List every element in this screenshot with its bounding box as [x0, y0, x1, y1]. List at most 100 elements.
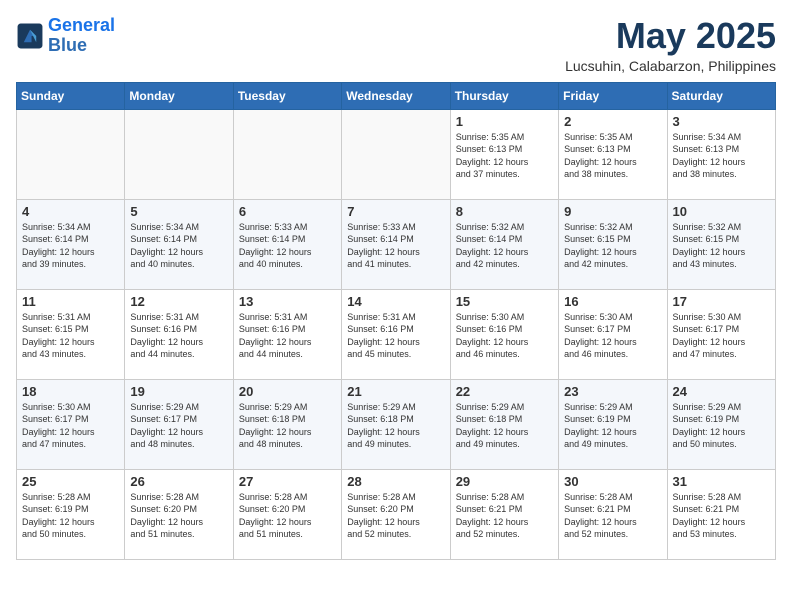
day-number: 24: [673, 384, 770, 399]
day-info: Sunrise: 5:31 AM Sunset: 6:15 PM Dayligh…: [22, 311, 119, 361]
logo-text: General Blue: [48, 16, 115, 56]
day-info: Sunrise: 5:31 AM Sunset: 6:16 PM Dayligh…: [239, 311, 336, 361]
day-info: Sunrise: 5:30 AM Sunset: 6:17 PM Dayligh…: [673, 311, 770, 361]
day-number: 21: [347, 384, 444, 399]
day-number: 18: [22, 384, 119, 399]
day-number: 2: [564, 114, 661, 129]
day-info: Sunrise: 5:35 AM Sunset: 6:13 PM Dayligh…: [456, 131, 553, 181]
calendar-cell: [342, 109, 450, 199]
day-info: Sunrise: 5:28 AM Sunset: 6:21 PM Dayligh…: [456, 491, 553, 541]
day-info: Sunrise: 5:34 AM Sunset: 6:14 PM Dayligh…: [22, 221, 119, 271]
calendar-week-row: 4 Sunrise: 5:34 AM Sunset: 6:14 PM Daylig…: [17, 199, 776, 289]
day-info: Sunrise: 5:29 AM Sunset: 6:18 PM Dayligh…: [239, 401, 336, 451]
calendar-cell: 12Sunrise: 5:31 AM Sunset: 6:16 PM Dayli…: [125, 289, 233, 379]
day-info: Sunrise: 5:32 AM Sunset: 6:15 PM Dayligh…: [673, 221, 770, 271]
calendar-cell: 22 Sunrise: 5:29 AM Sunset: 6:18 PM Dayli…: [450, 379, 558, 469]
calendar-cell: 27 Sunrise: 5:28 AM Sunset: 6:20 PM Dayli…: [233, 469, 341, 559]
logo: General Blue: [16, 16, 115, 56]
calendar-header-row: SundayMondayTuesdayWednesdayThursdayFrid…: [17, 82, 776, 109]
month-title: May 2025: [565, 16, 776, 56]
calendar-cell: 30 Sunrise: 5:28 AM Sunset: 6:21 PM Dayli…: [559, 469, 667, 559]
day-info: Sunrise: 5:29 AM Sunset: 6:17 PM Dayligh…: [130, 401, 227, 451]
calendar-cell: 23 Sunrise: 5:29 AM Sunset: 6:19 PM Dayli…: [559, 379, 667, 469]
day-info: Sunrise: 5:28 AM Sunset: 6:20 PM Dayligh…: [347, 491, 444, 541]
day-number: 8: [456, 204, 553, 219]
day-info: Sunrise: 5:29 AM Sunset: 6:19 PM Dayligh…: [564, 401, 661, 451]
day-number: 16: [564, 294, 661, 309]
location-subtitle: Lucsuhin, Calabarzon, Philippines: [565, 58, 776, 74]
day-number: 23: [564, 384, 661, 399]
calendar-cell: 29 Sunrise: 5:28 AM Sunset: 6:21 PM Dayli…: [450, 469, 558, 559]
calendar-cell: 16 Sunrise: 5:30 AM Sunset: 6:17 PM Dayli…: [559, 289, 667, 379]
day-info: Sunrise: 5:28 AM Sunset: 6:21 PM Dayligh…: [673, 491, 770, 541]
calendar-cell: 15Sunrise: 5:30 AM Sunset: 6:16 PM Dayli…: [450, 289, 558, 379]
calendar-cell: 11 Sunrise: 5:31 AM Sunset: 6:15 PM Dayli…: [17, 289, 125, 379]
weekday-header-wednesday: Wednesday: [342, 82, 450, 109]
calendar-cell: 24 Sunrise: 5:29 AM Sunset: 6:19 PM Dayli…: [667, 379, 775, 469]
calendar-cell: 14 Sunrise: 5:31 AM Sunset: 6:16 PM Dayli…: [342, 289, 450, 379]
day-number: 15: [456, 294, 553, 309]
calendar-cell: 2 Sunrise: 5:35 AM Sunset: 6:13 PM Daylig…: [559, 109, 667, 199]
day-info: Sunrise: 5:28 AM Sunset: 6:19 PM Dayligh…: [22, 491, 119, 541]
calendar-week-row: 25 Sunrise: 5:28 AM Sunset: 6:19 PM Dayli…: [17, 469, 776, 559]
day-number: 5: [130, 204, 227, 219]
day-info: Sunrise: 5:29 AM Sunset: 6:19 PM Dayligh…: [673, 401, 770, 451]
calendar-cell: 18 Sunrise: 5:30 AM Sunset: 6:17 PM Dayli…: [17, 379, 125, 469]
day-info: Sunrise: 5:33 AM Sunset: 6:14 PM Dayligh…: [347, 221, 444, 271]
day-number: 12: [130, 294, 227, 309]
calendar-cell: 17Sunrise: 5:30 AM Sunset: 6:17 PM Dayli…: [667, 289, 775, 379]
day-info: Sunrise: 5:30 AM Sunset: 6:17 PM Dayligh…: [22, 401, 119, 451]
day-number: 10: [673, 204, 770, 219]
calendar-cell: 26Sunrise: 5:28 AM Sunset: 6:20 PM Dayli…: [125, 469, 233, 559]
day-info: Sunrise: 5:30 AM Sunset: 6:17 PM Dayligh…: [564, 311, 661, 361]
day-info: Sunrise: 5:28 AM Sunset: 6:20 PM Dayligh…: [130, 491, 227, 541]
calendar-cell: 20 Sunrise: 5:29 AM Sunset: 6:18 PM Dayli…: [233, 379, 341, 469]
weekday-header-saturday: Saturday: [667, 82, 775, 109]
day-number: 13: [239, 294, 336, 309]
day-info: Sunrise: 5:32 AM Sunset: 6:15 PM Dayligh…: [564, 221, 661, 271]
calendar-cell: 19 Sunrise: 5:29 AM Sunset: 6:17 PM Dayli…: [125, 379, 233, 469]
page-header: General Blue May 2025 Lucsuhin, Calabarz…: [16, 16, 776, 74]
day-number: 4: [22, 204, 119, 219]
calendar-cell: 5Sunrise: 5:34 AM Sunset: 6:14 PM Daylig…: [125, 199, 233, 289]
day-number: 3: [673, 114, 770, 129]
weekday-header-thursday: Thursday: [450, 82, 558, 109]
calendar-cell: 9Sunrise: 5:32 AM Sunset: 6:15 PM Daylig…: [559, 199, 667, 289]
calendar-cell: [233, 109, 341, 199]
day-info: Sunrise: 5:28 AM Sunset: 6:21 PM Dayligh…: [564, 491, 661, 541]
day-number: 14: [347, 294, 444, 309]
day-number: 19: [130, 384, 227, 399]
day-number: 27: [239, 474, 336, 489]
calendar-cell: 28 Sunrise: 5:28 AM Sunset: 6:20 PM Dayli…: [342, 469, 450, 559]
day-number: 30: [564, 474, 661, 489]
weekday-header-monday: Monday: [125, 82, 233, 109]
day-number: 22: [456, 384, 553, 399]
day-number: 7: [347, 204, 444, 219]
weekday-header-friday: Friday: [559, 82, 667, 109]
day-number: 11: [22, 294, 119, 309]
calendar-week-row: 11 Sunrise: 5:31 AM Sunset: 6:15 PM Dayli…: [17, 289, 776, 379]
calendar-week-row: 18 Sunrise: 5:30 AM Sunset: 6:17 PM Dayli…: [17, 379, 776, 469]
day-number: 20: [239, 384, 336, 399]
day-info: Sunrise: 5:29 AM Sunset: 6:18 PM Dayligh…: [347, 401, 444, 451]
calendar-cell: 25 Sunrise: 5:28 AM Sunset: 6:19 PM Dayli…: [17, 469, 125, 559]
calendar-cell: 1Sunrise: 5:35 AM Sunset: 6:13 PM Daylig…: [450, 109, 558, 199]
day-info: Sunrise: 5:28 AM Sunset: 6:20 PM Dayligh…: [239, 491, 336, 541]
logo-icon: [16, 22, 44, 50]
day-info: Sunrise: 5:32 AM Sunset: 6:14 PM Dayligh…: [456, 221, 553, 271]
calendar-cell: 3Sunrise: 5:34 AM Sunset: 6:13 PM Daylig…: [667, 109, 775, 199]
calendar-cell: 13 Sunrise: 5:31 AM Sunset: 6:16 PM Dayli…: [233, 289, 341, 379]
weekday-header-sunday: Sunday: [17, 82, 125, 109]
calendar-cell: 10 Sunrise: 5:32 AM Sunset: 6:15 PM Dayli…: [667, 199, 775, 289]
day-number: 28: [347, 474, 444, 489]
calendar-table: SundayMondayTuesdayWednesdayThursdayFrid…: [16, 82, 776, 560]
day-info: Sunrise: 5:29 AM Sunset: 6:18 PM Dayligh…: [456, 401, 553, 451]
calendar-cell: 31Sunrise: 5:28 AM Sunset: 6:21 PM Dayli…: [667, 469, 775, 559]
day-info: Sunrise: 5:35 AM Sunset: 6:13 PM Dayligh…: [564, 131, 661, 181]
calendar-cell: 21 Sunrise: 5:29 AM Sunset: 6:18 PM Dayli…: [342, 379, 450, 469]
day-number: 29: [456, 474, 553, 489]
day-info: Sunrise: 5:31 AM Sunset: 6:16 PM Dayligh…: [347, 311, 444, 361]
day-number: 25: [22, 474, 119, 489]
calendar-cell: 8 Sunrise: 5:32 AM Sunset: 6:14 PM Daylig…: [450, 199, 558, 289]
calendar-week-row: 1Sunrise: 5:35 AM Sunset: 6:13 PM Daylig…: [17, 109, 776, 199]
